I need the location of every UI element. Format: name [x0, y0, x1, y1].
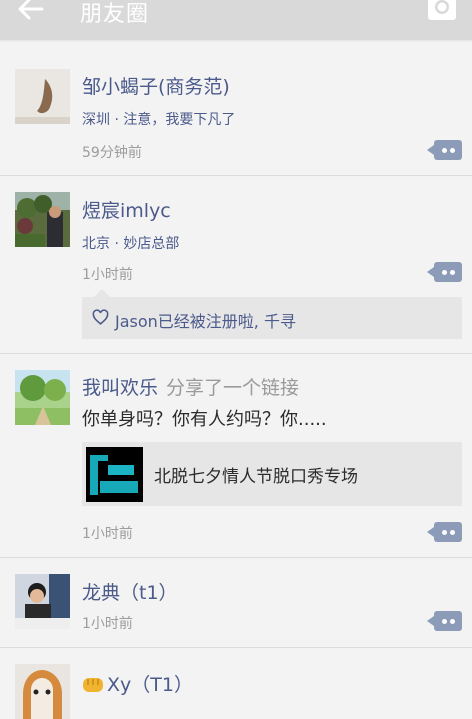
comment-ellipsis-icon	[442, 530, 447, 535]
author-name[interactable]: 邹小蝎子(商务范)	[82, 72, 230, 99]
likes-box: Jason已经被注册啦, 千寻	[82, 289, 462, 339]
author-name[interactable]: Xy（T1）	[82, 670, 193, 697]
shared-link-card[interactable]: 北脱七夕情人节脱口秀专场	[82, 442, 462, 506]
author-name[interactable]: 龙典（t1）	[82, 578, 178, 605]
moment-post: 煜宸imlyc 北京 · 妙店总部 1小时前 Jason已经被注册啦, 千寻	[0, 176, 472, 354]
comment-button[interactable]	[427, 140, 462, 160]
link-title[interactable]: 北脱七夕情人节脱口秀专场	[154, 462, 358, 487]
timestamp: 1小时前	[82, 616, 133, 632]
comment-ellipsis-icon	[442, 270, 447, 275]
heart-outline-icon	[92, 309, 109, 325]
author-name[interactable]: 煜宸imlyc	[82, 196, 171, 223]
timestamp: 1小时前	[82, 267, 133, 283]
moment-post: 邹小蝎子(商务范) 深圳 · 注意，我要下凡了 59分钟前	[0, 53, 472, 176]
post-text: 你单身吗？你有人约吗？你.....	[82, 409, 327, 430]
page-title: 朋友圈	[80, 2, 150, 27]
comment-button[interactable]	[427, 262, 462, 282]
liked-by-names[interactable]: Jason已经被注册啦, 千寻	[115, 308, 296, 332]
timestamp: 1小时前	[82, 526, 133, 542]
author-name-text[interactable]: 我叫欢乐	[82, 377, 158, 399]
comment-button[interactable]	[427, 611, 462, 631]
link-thumbnail	[86, 447, 143, 502]
location[interactable]: 深圳 · 注意，我要下凡了	[82, 109, 235, 129]
timestamp: 59分钟前	[82, 145, 142, 161]
top-bar: 朋友圈	[0, 0, 472, 40]
fist-emoji-icon	[83, 678, 103, 692]
moment-post: 龙典（t1） 1小时前	[0, 558, 472, 648]
moment-post: 我叫欢乐 分享了一个链接 你单身吗？你有人约吗？你..... 北脱七夕情人节脱口秀…	[0, 354, 472, 558]
moment-post: Xy（T1）	[0, 648, 472, 719]
avatar[interactable]	[15, 574, 70, 629]
avatar[interactable]	[15, 370, 70, 425]
avatar[interactable]	[15, 69, 70, 124]
author-name[interactable]: 我叫欢乐 分享了一个链接	[82, 373, 299, 400]
back-arrow-icon[interactable]	[16, 0, 46, 22]
comment-button[interactable]	[427, 522, 462, 542]
camera-icon[interactable]	[428, 0, 456, 22]
comment-ellipsis-icon	[442, 148, 447, 153]
share-note: 分享了一个链接	[166, 377, 300, 399]
location[interactable]: 北京 · 妙店总部	[82, 233, 179, 253]
author-name-text[interactable]: Xy（T1）	[107, 674, 193, 696]
avatar[interactable]	[15, 192, 70, 247]
comment-ellipsis-icon	[442, 619, 447, 624]
